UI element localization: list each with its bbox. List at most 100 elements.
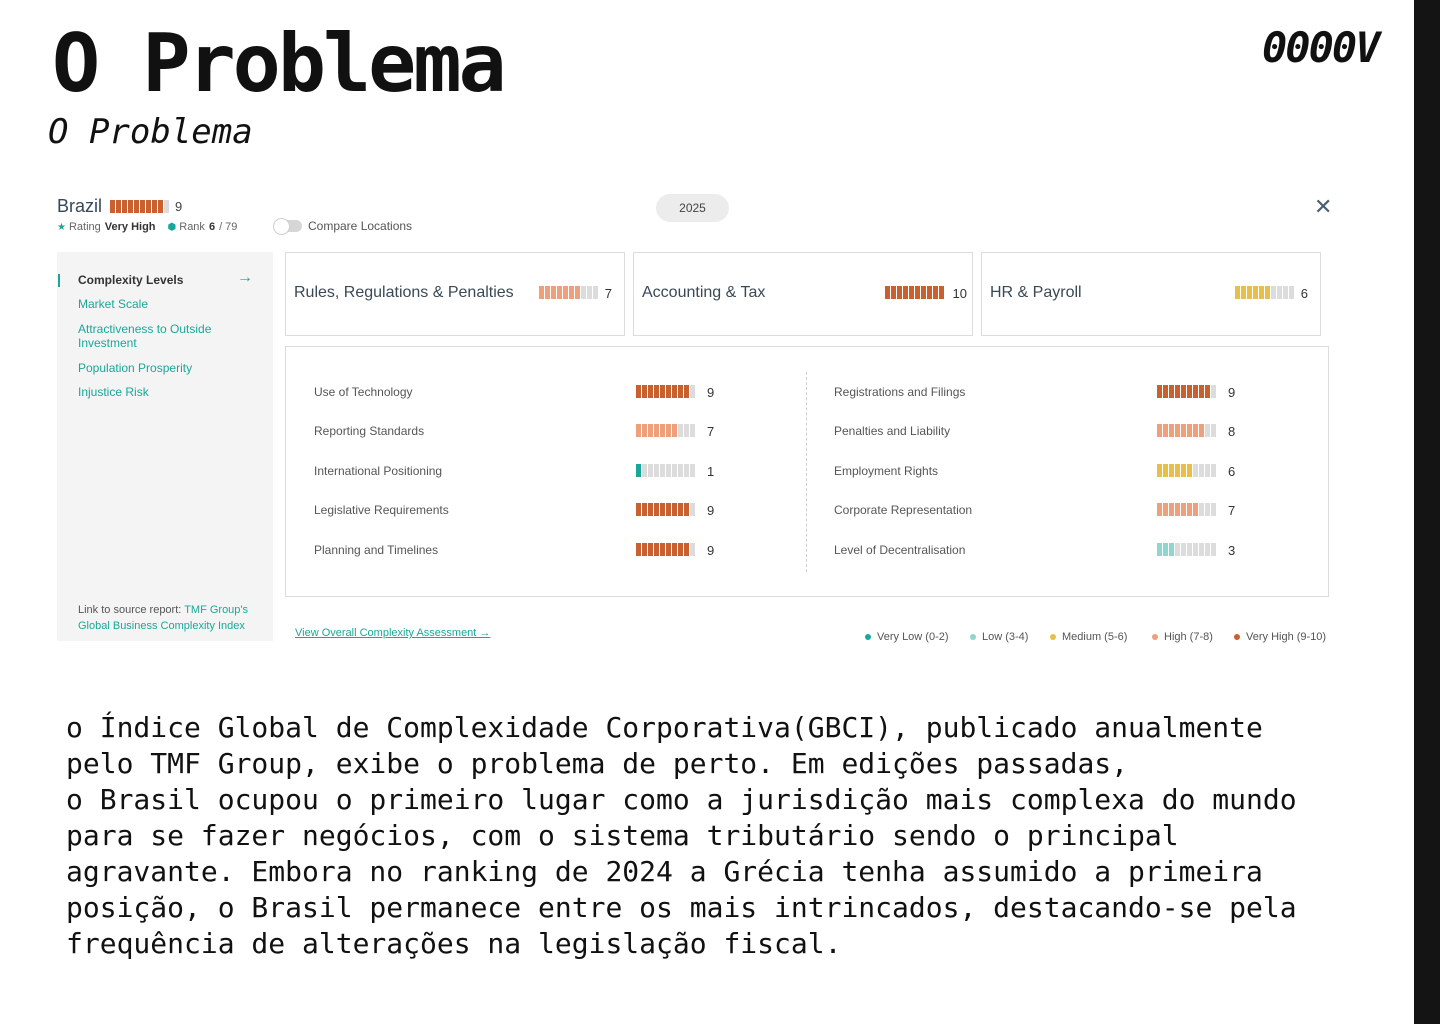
source-link-tmf[interactable]: TMF Group's [184,604,248,616]
score-segment [551,286,556,299]
metric-score-bar [636,543,695,556]
score-segment [921,286,926,299]
score-segment [660,543,665,556]
paragraph-line: pelo TMF Group, exibe o problema de pert… [66,747,1129,780]
score-segment [1205,424,1210,437]
score-segment [642,503,647,516]
score-segment [1175,385,1180,398]
body-paragraph: o Índice Global de Complexidade Corporat… [66,710,1366,962]
metric-score: 8 [1228,424,1236,439]
score-segment [158,200,164,213]
category-label: Rules, Regulations & Penalties [294,284,514,301]
score-segment [1169,424,1174,437]
score-segment [110,200,116,213]
score-segment [1157,385,1162,398]
score-segment [1193,503,1198,516]
rank-label: Rank [179,221,205,233]
metric-score-bar [1157,543,1216,556]
score-segment [897,286,902,299]
score-segment [593,286,598,299]
score-segment [648,385,653,398]
score-segment [1211,464,1216,477]
score-segment [1163,503,1168,516]
score-segment [672,543,677,556]
score-segment [1181,385,1186,398]
score-segment [1199,503,1204,516]
score-segment [903,286,908,299]
score-segment [672,385,677,398]
sidebar-item-attractiveness[interactable]: Attractiveness to Outside Investment [78,322,228,350]
score-segment [678,385,683,398]
score-segment [1277,286,1282,299]
score-segment [557,286,562,299]
complexity-widget-screenshot: Brazil 9 ★ Rating Very High ⬢ Rank 6 / 7… [52,186,1342,656]
score-segment [648,503,653,516]
score-segment [545,286,550,299]
metric-score: 7 [707,424,715,439]
category-card-accounting-tax[interactable]: Accounting & Tax 10 [633,252,973,336]
metric-score: 9 [1228,385,1236,400]
score-segment [648,424,653,437]
sidebar: Complexity Levels → Market Scale Attract… [57,252,273,641]
slide-title: O Problema [52,17,507,110]
category-score-bar [885,286,944,299]
score-segment [885,286,890,299]
score-segment [660,424,665,437]
star-icon: ★ [57,221,66,233]
score-segment [678,543,683,556]
score-segment [636,424,641,437]
metric-label: Registrations and Filings [834,385,966,399]
score-segment [1289,286,1294,299]
sidebar-item-population-prosperity[interactable]: Population Prosperity [78,361,248,375]
score-segment [1205,503,1210,516]
compare-locations-toggle[interactable]: Compare Locations [273,218,412,235]
score-segment [1163,385,1168,398]
legend-item: Low (3-4) [970,631,1028,643]
slide-subtitle: O Problema [48,112,253,152]
score-segment [1199,424,1204,437]
score-segment [666,543,671,556]
score-segment [1157,503,1162,516]
score-segment [672,503,677,516]
view-overall-assessment-link[interactable]: View Overall Complexity Assessment → [295,627,490,639]
score-segment [1193,385,1198,398]
year-selector[interactable]: 2025 [656,194,729,222]
score-segment [1157,424,1162,437]
source-link-gbci[interactable]: Global Business Complexity Index [78,620,245,632]
score-segment [587,286,592,299]
score-segment [684,543,689,556]
score-segment [1181,424,1186,437]
category-score: 6 [1300,286,1308,301]
score-segment [1157,543,1162,556]
country-header: Brazil 9 [57,196,182,217]
sidebar-item-market-scale[interactable]: Market Scale [78,297,248,311]
metric-score-bar [1157,385,1216,398]
score-segment [1187,424,1192,437]
metric-label: Legislative Requirements [314,503,449,517]
score-segment [1175,464,1180,477]
metric-detail-panel: Use of Technology 9 Reporting Standards … [285,346,1329,597]
sidebar-item-complexity-levels[interactable]: Complexity Levels [78,273,248,287]
score-segment [1241,286,1246,299]
category-card-rules[interactable]: Rules, Regulations & Penalties 7 [285,252,625,336]
score-segment [1181,543,1186,556]
score-segment [636,503,641,516]
score-segment [1175,543,1180,556]
score-segment [1205,543,1210,556]
overall-score: 9 [175,199,183,214]
score-segment [654,385,659,398]
score-segment [678,424,683,437]
close-icon[interactable]: ✕ [1314,194,1332,220]
sidebar-item-injustice-risk[interactable]: Injustice Risk [78,385,248,399]
score-segment [1259,286,1264,299]
legend-label: Low (3-4) [982,631,1029,643]
score-segment [1271,286,1276,299]
metric-score-bar [636,424,695,437]
category-card-hr-payroll[interactable]: HR & Payroll 6 [981,252,1321,336]
score-segment [654,503,659,516]
score-segment [648,543,653,556]
score-segment [915,286,920,299]
toggle-switch[interactable] [273,218,302,235]
score-segment [1205,464,1210,477]
legend-label: Very Low (0-2) [877,631,949,643]
